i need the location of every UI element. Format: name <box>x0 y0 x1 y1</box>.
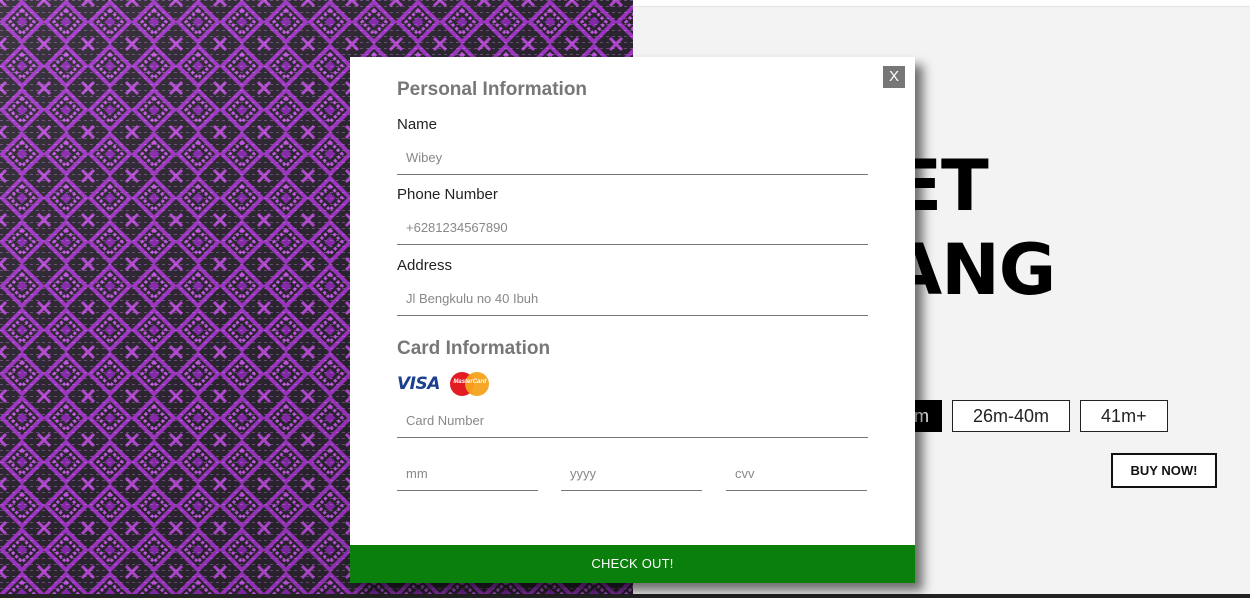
address-input[interactable] <box>397 282 868 316</box>
phone-label: Phone Number <box>397 186 498 203</box>
top-border <box>633 0 1250 7</box>
mastercard-logo-icon: MasterCard <box>449 372 490 396</box>
cvv-input[interactable] <box>726 457 867 491</box>
expiry-year-input[interactable] <box>561 457 702 491</box>
checkout-button[interactable]: CHECK OUT! <box>350 545 915 583</box>
name-input[interactable] <box>397 141 868 175</box>
card-logos: VISA MasterCard <box>397 372 490 396</box>
personal-info-title: Personal Information <box>397 79 588 100</box>
close-button[interactable]: X <box>883 66 905 88</box>
visa-logo-icon: VISA <box>397 374 440 394</box>
name-label: Name <box>397 116 438 133</box>
size-option-41m-plus[interactable]: 41m+ <box>1080 400 1168 432</box>
expiry-month-input[interactable] <box>397 457 538 491</box>
bottom-bar <box>0 594 1250 598</box>
size-options: 5m 26m-40m 41m+ <box>883 400 1168 432</box>
address-label: Address <box>397 257 453 274</box>
phone-input[interactable] <box>397 211 868 245</box>
card-info-title: Card Information <box>397 338 551 359</box>
checkout-modal: X Personal Information Name Phone Number… <box>350 57 915 583</box>
buy-now-button[interactable]: BUY NOW! <box>1111 453 1217 488</box>
size-option-26m-40m[interactable]: 26m-40m <box>952 400 1071 432</box>
card-number-input[interactable] <box>397 404 868 438</box>
